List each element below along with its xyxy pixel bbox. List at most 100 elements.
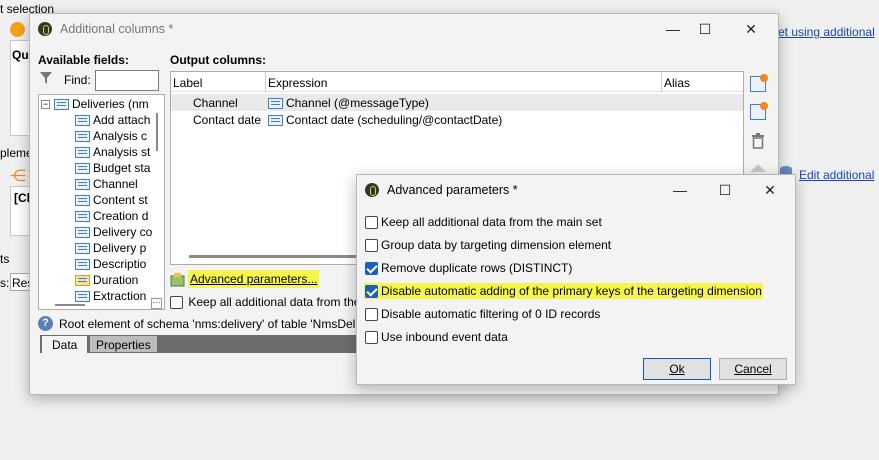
tree-item[interactable]: Delivery p <box>75 241 164 258</box>
additional-columns-title: Additional columns * <box>60 22 174 36</box>
row-expression: Contact date (scheduling/@contactDate) <box>286 113 503 127</box>
ok-button[interactable]: Ok <box>643 358 711 380</box>
field-icon <box>75 115 90 127</box>
field-icon <box>75 131 90 143</box>
tree-item-label: Delivery co <box>93 225 153 239</box>
option-checkbox[interactable] <box>365 285 378 299</box>
table-row[interactable]: Channel Channel (@messageType) <box>171 94 743 111</box>
bg-text-ci: [Cl <box>14 191 30 205</box>
delete-icon[interactable] <box>751 133 765 149</box>
cancel-button[interactable]: Cancel <box>719 358 787 380</box>
tab-data[interactable]: Data <box>42 336 87 353</box>
table-row[interactable]: Contact date Contact date (scheduling/@c… <box>171 111 743 128</box>
header-alias[interactable]: Alias <box>664 76 690 90</box>
tree-item[interactable]: Content st <box>75 193 164 210</box>
tree-item[interactable]: Descriptio <box>75 257 164 274</box>
tree-item[interactable]: Delivery co <box>75 225 164 242</box>
option-checkbox[interactable] <box>365 239 378 253</box>
tree-item-label: Add attach <box>93 113 151 127</box>
field-icon <box>75 195 90 207</box>
table-header: Label Expression Alias <box>171 72 743 92</box>
resize-icon[interactable]: ··· <box>151 298 162 309</box>
field-icon <box>75 275 90 287</box>
option-row[interactable]: Disable automatic filtering of 0 ID reco… <box>365 307 601 322</box>
status-text: Root element of schema 'nms:delivery' of… <box>59 317 356 331</box>
bg-link-targeting[interactable]: et using additional <box>778 25 875 39</box>
output-columns-label: Output columns: <box>170 53 266 67</box>
field-icon <box>75 227 90 239</box>
close-icon[interactable]: ✕ <box>755 175 785 205</box>
maximize-icon[interactable]: ☐ <box>690 14 720 44</box>
tree-item[interactable]: Creation d <box>75 209 164 226</box>
tree-item[interactable]: Analysis st <box>75 145 164 162</box>
bg-text-s: s: <box>0 276 10 290</box>
add-formula-icon[interactable] <box>750 102 768 120</box>
option-label: Use inbound event data <box>381 330 508 344</box>
minimize-icon[interactable]: — <box>658 14 688 44</box>
option-label: Remove duplicate rows (DISTINCT) <box>381 261 573 275</box>
field-icon <box>75 163 90 175</box>
field-icon <box>75 179 90 191</box>
maximize-icon[interactable]: ☐ <box>710 175 740 205</box>
tree-item[interactable]: Duration <box>75 273 164 290</box>
add-column-icon[interactable] <box>750 74 768 92</box>
filter-icon[interactable] <box>40 72 52 84</box>
tree-item[interactable]: Analysis c <box>75 129 164 146</box>
help-icon: ? <box>38 316 53 331</box>
tree-scrollbar[interactable] <box>156 113 158 151</box>
option-row[interactable]: Group data by targeting dimension elemen… <box>365 238 611 253</box>
bg-text-qu: Qu <box>12 48 29 62</box>
tree-item-label: Budget sta <box>93 161 151 175</box>
find-input[interactable] <box>95 70 159 91</box>
field-icon <box>268 115 283 127</box>
option-row[interactable]: Remove duplicate rows (DISTINCT) <box>365 261 573 276</box>
schema-icon <box>54 99 69 111</box>
option-row[interactable]: Disable automatic adding of the primary … <box>364 283 763 300</box>
tree-root[interactable]: − Deliveries (nm <box>41 97 164 114</box>
tree-item-label: Extraction <box>93 289 147 303</box>
advanced-parameters-icon <box>170 272 185 287</box>
collapse-icon[interactable]: − <box>41 100 50 110</box>
advanced-parameters-dialog: Advanced parameters * — ☐ ✕ Keep all add… <box>356 174 796 385</box>
field-icon <box>75 291 90 303</box>
bg-link-edit-additional[interactable]: Edit additional <box>799 168 874 182</box>
option-checkbox[interactable] <box>365 216 378 230</box>
tree-item[interactable]: Add attach <box>75 113 164 130</box>
keep-all-data-row[interactable]: Keep all additional data from the <box>170 295 361 310</box>
fields-tree[interactable]: − Deliveries (nm Add attach Analysis c Anal… <box>38 94 165 310</box>
header-expression[interactable]: Expression <box>268 76 327 90</box>
field-icon <box>75 147 90 159</box>
minimize-icon[interactable]: — <box>665 175 695 205</box>
close-icon[interactable]: ✕ <box>736 14 766 44</box>
option-row[interactable]: Keep all additional data from the main s… <box>365 215 602 230</box>
move-up-icon[interactable] <box>750 164 766 172</box>
advanced-parameters-link[interactable]: Advanced parameters... <box>188 270 320 288</box>
tree-item-label: Creation d <box>93 209 149 223</box>
find-label: Find: <box>64 73 91 87</box>
option-checkbox[interactable] <box>365 331 378 345</box>
tree-item-label: Content st <box>93 193 148 207</box>
bg-text-ts: ts <box>0 252 10 266</box>
option-checkbox[interactable] <box>365 262 378 276</box>
advanced-parameters-title: Advanced parameters * <box>387 183 518 197</box>
orange-status-icon <box>10 22 25 37</box>
option-label: Disable automatic filtering of 0 ID reco… <box>381 307 601 321</box>
field-icon <box>268 98 283 110</box>
table-hscrollbar[interactable] <box>189 255 359 258</box>
field-icon <box>75 259 90 271</box>
advanced-parameters-titlebar: Advanced parameters * — ☐ ✕ <box>357 175 795 205</box>
keep-all-data-label: Keep all additional data from the <box>188 295 361 309</box>
tree-item[interactable]: Budget sta <box>75 161 164 178</box>
tree-item-label: Descriptio <box>93 257 147 271</box>
row-label: Contact date <box>193 113 262 127</box>
header-label[interactable]: Label <box>173 76 202 90</box>
tab-properties[interactable]: Properties <box>90 336 157 352</box>
option-checkbox[interactable] <box>365 308 378 322</box>
tree-item[interactable]: Channel <box>75 177 164 194</box>
app-icon <box>38 22 52 36</box>
tree-hscrollbar[interactable] <box>55 304 85 306</box>
keep-all-data-checkbox[interactable] <box>170 296 183 310</box>
share-icon: ⋲ <box>10 168 26 185</box>
tree-item-label: Delivery p <box>93 241 147 255</box>
option-row[interactable]: Use inbound event data <box>365 330 508 345</box>
